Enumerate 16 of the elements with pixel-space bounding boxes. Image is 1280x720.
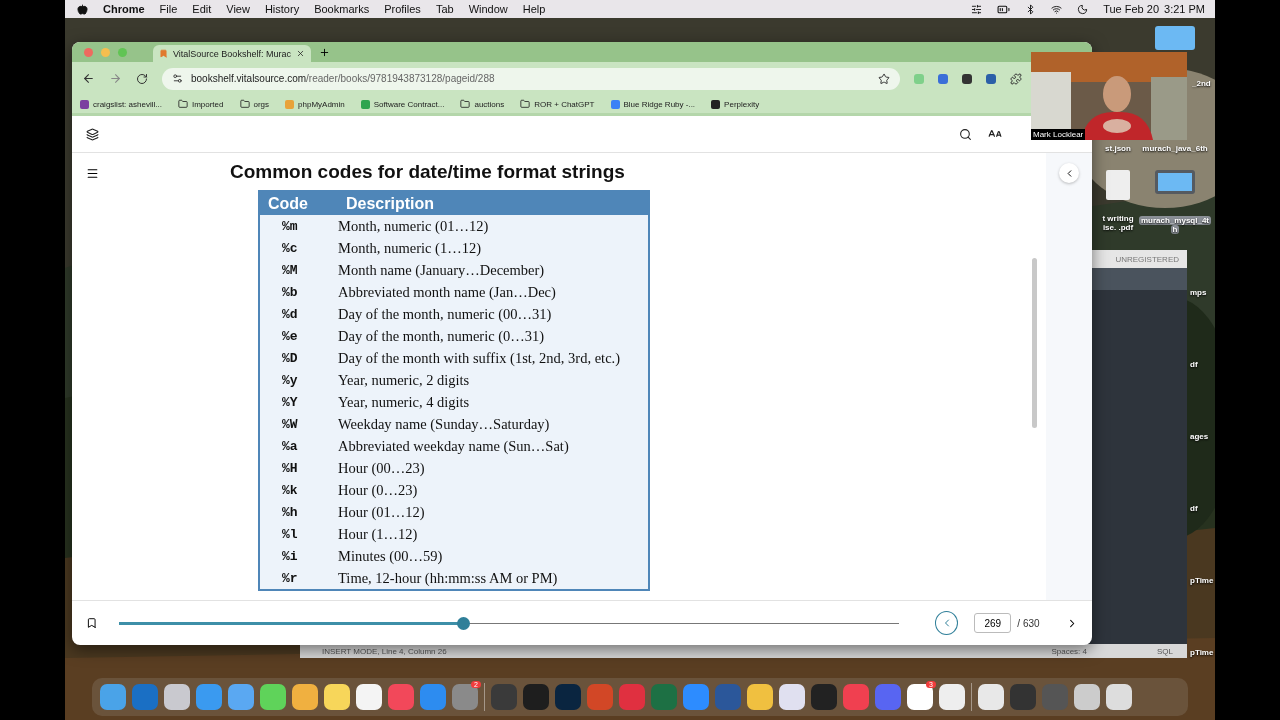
- menu-item[interactable]: Tab: [435, 3, 454, 15]
- menu-item[interactable]: File: [159, 3, 178, 15]
- menu-item[interactable]: Edit: [192, 3, 212, 15]
- menu-item[interactable]: Profiles: [384, 3, 421, 15]
- wifi-icon: [1051, 3, 1063, 15]
- control-center-icon: [971, 3, 983, 15]
- moon-icon: [1077, 3, 1089, 15]
- menu-item[interactable]: Window: [468, 3, 508, 15]
- apple-icon: [77, 3, 88, 15]
- menu-item[interactable]: View: [226, 3, 250, 15]
- menu-item[interactable]: Help: [522, 3, 546, 15]
- menu-item[interactable]: History: [264, 3, 300, 15]
- menu-date: Tue Feb 20: [1103, 3, 1160, 15]
- menu-item[interactable]: Bookmarks: [314, 3, 370, 15]
- menu-time: 3:21 PM: [1164, 3, 1205, 15]
- app-menu[interactable]: Chrome: [103, 3, 145, 15]
